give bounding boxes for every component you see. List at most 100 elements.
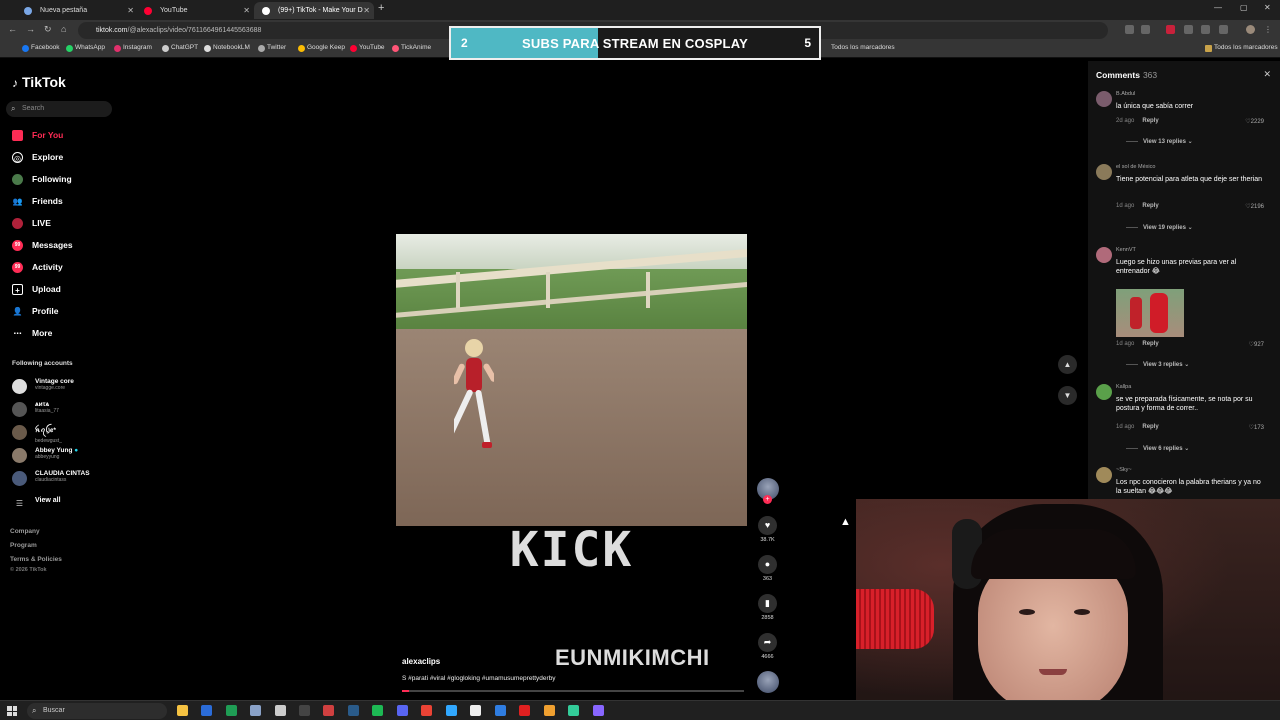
reload-icon[interactable]: ↻ bbox=[44, 24, 52, 35]
sidebar-item-live[interactable]: LIVE bbox=[12, 216, 51, 230]
capcut-icon[interactable] bbox=[470, 705, 481, 716]
bookmark-item[interactable]: NotebookLM bbox=[204, 44, 250, 52]
video-player[interactable] bbox=[396, 234, 747, 526]
save-button[interactable]: ▮ 2858 bbox=[757, 594, 778, 621]
back-icon[interactable]: ← bbox=[8, 24, 17, 34]
maximize-icon[interactable]: ▢ bbox=[1240, 3, 1248, 12]
chrome-icon[interactable] bbox=[421, 705, 432, 716]
bookmark-star-icon[interactable] bbox=[1141, 25, 1150, 34]
terminal-icon[interactable] bbox=[568, 705, 579, 716]
comment-like-button[interactable]: ♡2229 bbox=[1245, 118, 1264, 125]
view-replies-button[interactable]: View 3 replies ⌄ bbox=[1126, 361, 1189, 368]
previous-video-button[interactable]: ▲ bbox=[1058, 355, 1077, 374]
sidebar-item-explore[interactable]: ◎ Explore bbox=[12, 150, 63, 164]
reply-button[interactable]: Reply bbox=[1142, 203, 1158, 209]
footer-link-program[interactable]: Program bbox=[10, 542, 37, 549]
bookmark-item[interactable]: Facebook bbox=[22, 44, 60, 52]
search-input[interactable]: ⌕ Search bbox=[6, 101, 112, 117]
next-video-button[interactable]: ▼ bbox=[1058, 386, 1077, 405]
word-icon[interactable] bbox=[201, 705, 212, 716]
close-tab-icon[interactable]: ✕ bbox=[127, 2, 134, 19]
taskbar-search-input[interactable]: ⌕ Buscar bbox=[27, 703, 167, 719]
bookmark-item[interactable]: YouTube bbox=[350, 44, 385, 52]
comment-like-button[interactable]: ♡173 bbox=[1249, 424, 1264, 431]
install-icon[interactable] bbox=[1125, 25, 1134, 34]
following-account[interactable]: ꫝꪖꪶ꠸ꫀ* bedewgust_ bbox=[12, 424, 62, 444]
author-avatar-button[interactable]: + bbox=[757, 478, 779, 504]
sidebar-icon[interactable] bbox=[1219, 25, 1228, 34]
following-account[interactable]: Vintage core vintagge.core bbox=[12, 378, 74, 398]
forward-icon[interactable]: → bbox=[26, 24, 35, 34]
obs-icon[interactable] bbox=[299, 705, 310, 716]
bookmark-item[interactable]: Instagram bbox=[114, 44, 152, 52]
circle-app-icon[interactable] bbox=[593, 705, 604, 716]
acrobat-icon[interactable] bbox=[519, 705, 530, 716]
follow-plus-icon[interactable]: + bbox=[763, 495, 772, 504]
tab-tiktok[interactable]: (99+) TikTok - Make Your D ✕ bbox=[254, 2, 374, 19]
avatar[interactable] bbox=[1096, 91, 1112, 107]
close-window-icon[interactable]: ✕ bbox=[1264, 3, 1271, 12]
footer-link-terms[interactable]: Terms & Policies bbox=[10, 556, 62, 563]
sidebar-item-following[interactable]: Following bbox=[12, 172, 72, 186]
avatar[interactable] bbox=[1096, 467, 1112, 483]
comment-image[interactable] bbox=[1116, 289, 1184, 337]
extensions-puzzle-icon[interactable] bbox=[1201, 25, 1210, 34]
gallery-icon[interactable] bbox=[544, 705, 555, 716]
minimize-icon[interactable]: — bbox=[1214, 3, 1222, 12]
view-replies-button[interactable]: View 19 replies ⌄ bbox=[1126, 224, 1193, 231]
spotify-icon[interactable] bbox=[372, 705, 383, 716]
following-account[interactable]: CLAUDIA CINTAS claudiacintass bbox=[12, 470, 90, 490]
comment-user[interactable]: el sol de México bbox=[1116, 164, 1155, 170]
folder-icon[interactable] bbox=[495, 705, 506, 716]
tab-new-tab[interactable]: Nueva pestaña ✕ bbox=[16, 2, 138, 19]
bookmark-item[interactable]: Todos los marcadores bbox=[822, 44, 895, 51]
steam-icon[interactable] bbox=[348, 705, 359, 716]
reply-button[interactable]: Reply bbox=[1142, 341, 1158, 347]
like-button[interactable]: ♥ 38.7K bbox=[757, 516, 778, 543]
avatar[interactable] bbox=[1096, 164, 1112, 180]
video-progress-bar[interactable] bbox=[402, 690, 744, 692]
comment-user[interactable]: Kallpa bbox=[1116, 384, 1131, 390]
avatar[interactable] bbox=[1096, 247, 1112, 263]
comment-like-button[interactable]: ♡2196 bbox=[1245, 203, 1264, 210]
comment-button[interactable]: ● 363 bbox=[757, 555, 778, 582]
extension-icon[interactable] bbox=[1184, 25, 1193, 34]
comment-user[interactable]: ~Sky~ bbox=[1116, 467, 1132, 473]
close-tab-icon[interactable]: ✕ bbox=[243, 2, 250, 19]
extension-icon[interactable] bbox=[1166, 25, 1175, 34]
sidebar-item-for-you[interactable]: ⌂ For You bbox=[12, 128, 63, 142]
tiktok-logo[interactable]: ♪ TikTok bbox=[12, 74, 66, 90]
profile-avatar-icon[interactable] bbox=[1246, 25, 1255, 34]
sidebar-item-messages[interactable]: 99 Messages bbox=[12, 238, 73, 252]
notes-icon[interactable] bbox=[250, 705, 261, 716]
sidebar-item-friends[interactable]: 👥 Friends bbox=[12, 194, 63, 208]
view-replies-button[interactable]: View 6 replies ⌄ bbox=[1126, 445, 1189, 452]
following-account[interactable]: Abbey Yung ● abbeyyung bbox=[12, 447, 78, 467]
sidebar-item-profile[interactable]: 👤 Profile bbox=[12, 304, 59, 318]
view-replies-button[interactable]: View 13 replies ⌄ bbox=[1126, 138, 1193, 145]
video-author[interactable]: alexaclips bbox=[402, 657, 440, 666]
bookmark-item[interactable]: ChatGPT bbox=[162, 44, 198, 52]
menu-dots-icon[interactable]: ⋮ bbox=[1264, 25, 1273, 34]
avatar[interactable] bbox=[1096, 384, 1112, 400]
all-bookmarks[interactable]: Todos los marcadores bbox=[1205, 44, 1278, 52]
photoshop-icon[interactable] bbox=[446, 705, 457, 716]
sidebar-item-upload[interactable]: + Upload bbox=[12, 282, 61, 296]
bookmark-item[interactable]: WhatsApp bbox=[66, 44, 105, 52]
close-icon[interactable]: ✕ bbox=[1263, 69, 1271, 80]
tab-youtube[interactable]: YouTube ✕ bbox=[136, 2, 254, 19]
bookmark-item[interactable]: TickAnime bbox=[392, 44, 431, 52]
calculator-icon[interactable] bbox=[275, 705, 286, 716]
comment-user[interactable]: B.Abdul bbox=[1116, 91, 1135, 97]
start-menu-icon[interactable] bbox=[7, 706, 17, 716]
comment-user[interactable]: KennVT bbox=[1116, 247, 1136, 253]
bookmark-item[interactable]: Google Keep bbox=[298, 44, 345, 52]
share-button[interactable]: ➦ 4666 bbox=[757, 633, 778, 660]
capture-icon[interactable] bbox=[323, 705, 334, 716]
new-tab-icon[interactable]: + bbox=[378, 2, 384, 14]
view-all-link[interactable]: ☰ View all bbox=[12, 495, 61, 515]
sidebar-item-more[interactable]: ⋯ More bbox=[12, 326, 53, 340]
bookmark-item[interactable]: Twitter bbox=[258, 44, 286, 52]
sidebar-item-activity[interactable]: 99 Activity bbox=[12, 260, 63, 274]
excel-icon[interactable] bbox=[226, 705, 237, 716]
